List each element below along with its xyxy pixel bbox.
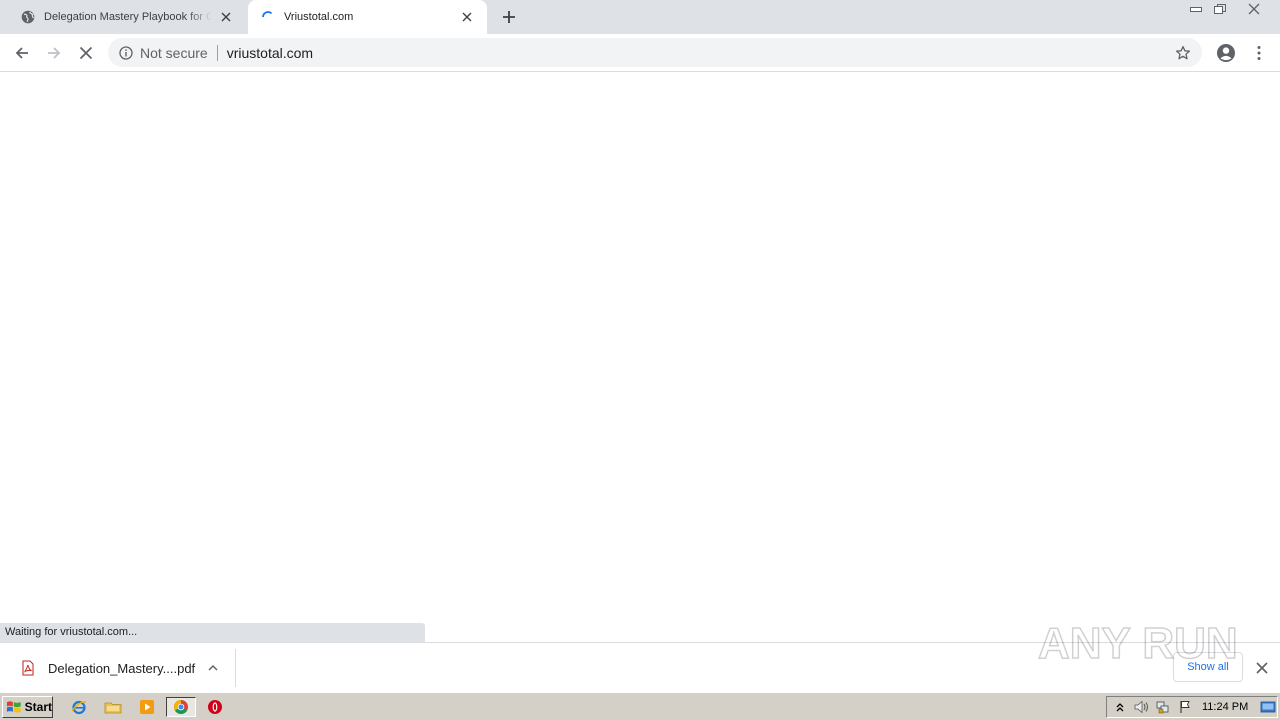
- chrome-icon: [174, 700, 188, 714]
- file-explorer-icon[interactable]: [102, 697, 124, 717]
- close-icon: [1248, 3, 1260, 15]
- plus-icon: [503, 11, 515, 23]
- restore-icon: [1214, 4, 1226, 14]
- tab-vriustotal[interactable]: Vriustotal.com: [248, 0, 487, 34]
- tab-title: Delegation Mastery Playbook for CEOs: [44, 11, 212, 23]
- download-item[interactable]: Delegation_Mastery....pdf: [8, 649, 236, 687]
- menu-button[interactable]: [1245, 39, 1273, 67]
- anyrun-watermark: ANY RUN: [1037, 608, 1238, 669]
- internet-explorer-icon[interactable]: [68, 697, 90, 717]
- close-shelf-button[interactable]: [1252, 658, 1272, 678]
- system-tray: 11:24 PM: [1106, 696, 1278, 718]
- url-text[interactable]: vriustotal.com: [227, 45, 313, 61]
- start-label: Start: [24, 700, 52, 714]
- show-desktop-icon[interactable]: [1259, 699, 1277, 715]
- opera-icon[interactable]: [204, 697, 226, 717]
- network-icon[interactable]: [1155, 699, 1173, 715]
- back-button[interactable]: [8, 39, 36, 67]
- minimize-icon: [1190, 7, 1202, 12]
- info-icon[interactable]: [118, 45, 134, 61]
- close-tab-icon[interactable]: [459, 9, 475, 25]
- minimize-button[interactable]: [1184, 0, 1208, 18]
- close-icon: [79, 46, 93, 60]
- tab-strip: Delegation Mastery Playbook for CEOs Vri…: [0, 0, 1280, 34]
- chrome-taskbar-button[interactable]: [166, 697, 196, 717]
- close-window-button[interactable]: [1242, 0, 1266, 18]
- profile-button[interactable]: [1212, 39, 1240, 67]
- restore-button[interactable]: [1208, 0, 1232, 18]
- arrow-right-icon: [48, 47, 61, 59]
- new-tab-button[interactable]: [498, 6, 520, 28]
- volume-icon[interactable]: [1133, 699, 1151, 715]
- stop-loading-button[interactable]: [72, 39, 100, 67]
- chevron-up-icon[interactable]: [205, 660, 221, 676]
- address-bar[interactable]: Not secure vriustotal.com: [108, 38, 1202, 67]
- action-center-flag-icon[interactable]: [1176, 699, 1194, 715]
- show-hidden-icons-icon[interactable]: [1111, 699, 1129, 715]
- separator: [216, 44, 218, 61]
- globe-icon: [20, 9, 36, 25]
- browser-toolbar: Not secure vriustotal.com: [0, 34, 1280, 72]
- tab-title: Vriustotal.com: [284, 11, 354, 23]
- windows-taskbar: Start 11:24 PM: [0, 692, 1280, 720]
- anyrun-logo: ANY RUN: [1037, 618, 1238, 669]
- status-bubble: Waiting for vriustotal.com...: [0, 623, 425, 642]
- forward-button[interactable]: [40, 39, 68, 67]
- close-icon: [1256, 662, 1268, 674]
- windows-flag-icon: [6, 701, 21, 713]
- media-player-icon[interactable]: [136, 697, 158, 717]
- arrow-left-icon: [15, 47, 28, 59]
- kebab-menu-icon: [1257, 46, 1261, 60]
- page-content: [0, 72, 1280, 623]
- pdf-file-icon: [22, 660, 34, 676]
- download-filename: Delegation_Mastery....pdf: [48, 660, 196, 676]
- tab-delegation-playbook[interactable]: Delegation Mastery Playbook for CEOs: [0, 0, 246, 34]
- bookmark-star-icon[interactable]: [1174, 44, 1192, 62]
- loading-spinner-icon: [260, 9, 276, 25]
- svg-text:ANY RUN: ANY RUN: [1038, 619, 1238, 668]
- security-label[interactable]: Not secure: [140, 45, 208, 61]
- system-clock[interactable]: 11:24 PM: [1202, 701, 1255, 713]
- close-tab-icon[interactable]: [218, 9, 234, 25]
- account-icon: [1217, 44, 1235, 62]
- start-button[interactable]: Start: [2, 696, 53, 718]
